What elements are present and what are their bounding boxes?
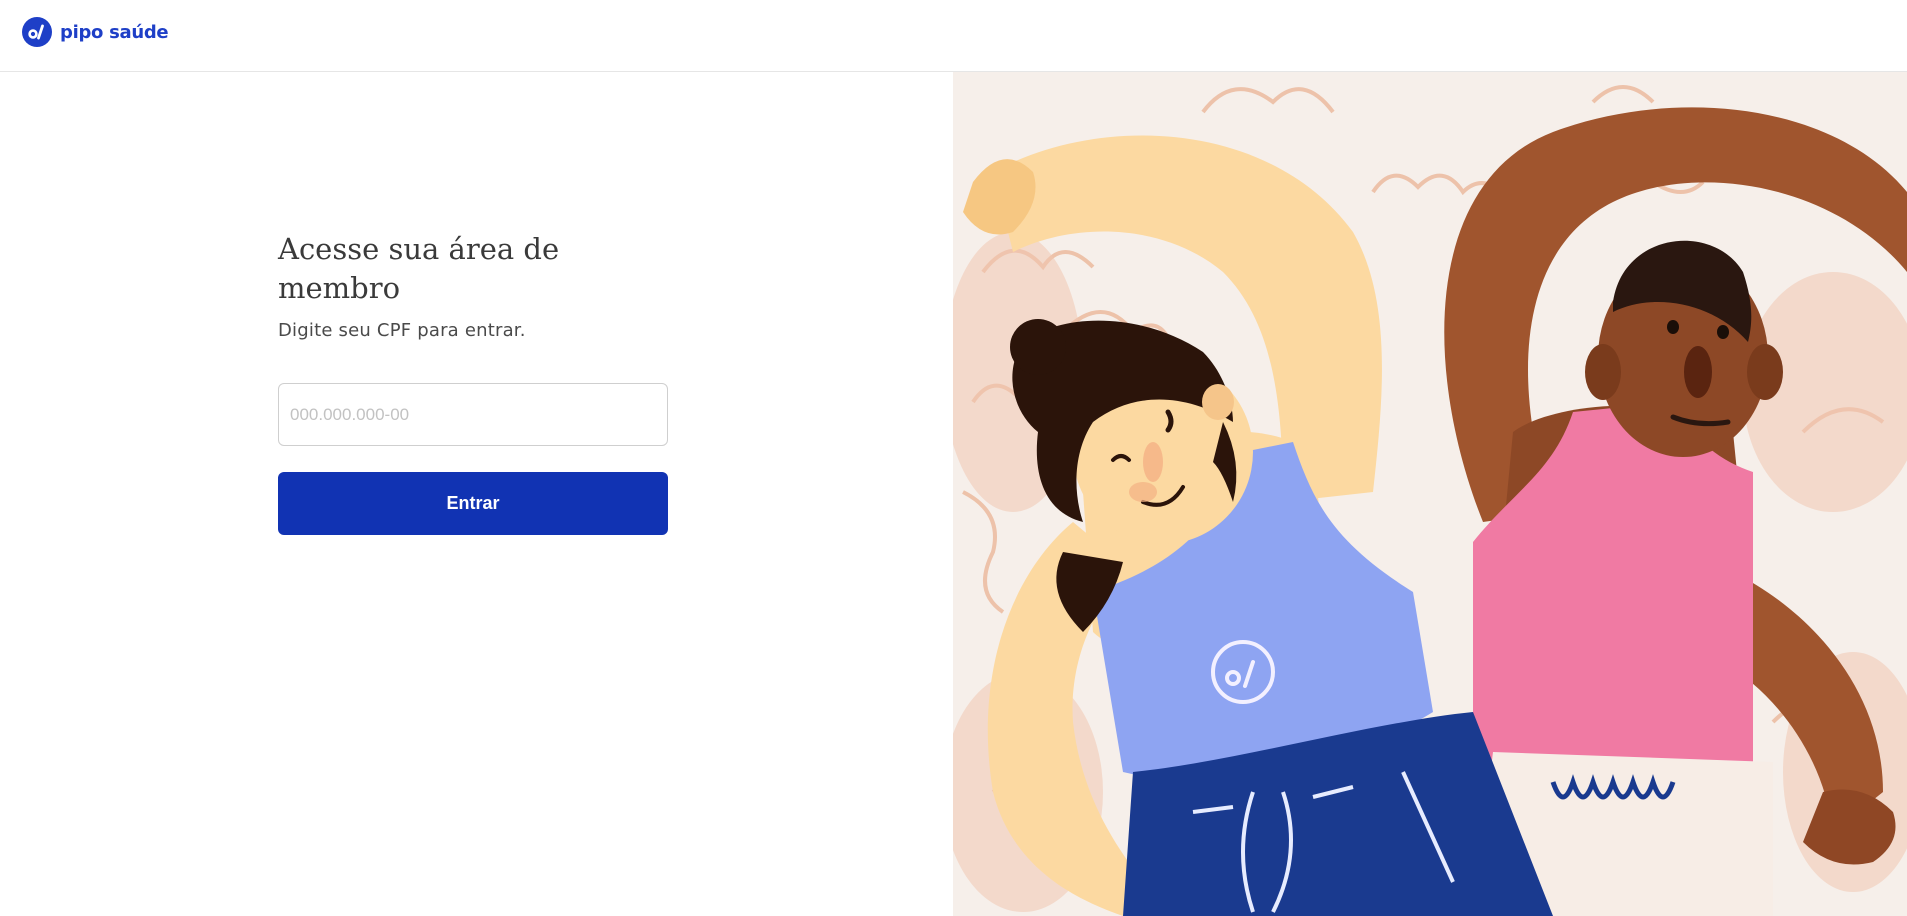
top-bar: pipo saúde (0, 0, 1907, 72)
brand-name: pipo saúde (60, 21, 169, 43)
hero-illustration (953, 72, 1907, 916)
login-form: Acesse sua área de membro Digite seu CPF… (278, 230, 668, 535)
page-subtitle: Digite seu CPF para entrar. (278, 320, 526, 341)
cpf-input[interactable] (278, 383, 668, 446)
right-person-eye-left (1667, 320, 1679, 334)
right-person-ear-left (1585, 344, 1621, 400)
left-person-ear (1202, 384, 1234, 420)
login-panel: Acesse sua área de membro Digite seu CPF… (0, 72, 953, 916)
submit-button[interactable]: Entrar (278, 472, 668, 535)
right-person-nose (1684, 346, 1712, 398)
pipo-logo-icon (22, 17, 52, 47)
left-person-hair-bun (1010, 319, 1066, 375)
right-person-ear-right (1747, 344, 1783, 400)
brand-logo[interactable]: pipo saúde (22, 17, 169, 47)
left-person-nose (1143, 442, 1163, 482)
right-person-eye-right (1717, 325, 1729, 339)
two-people-stretching-illustration-icon (953, 85, 1907, 916)
page-title: Acesse sua área de membro (278, 232, 560, 305)
left-person-cheek (1129, 482, 1157, 502)
